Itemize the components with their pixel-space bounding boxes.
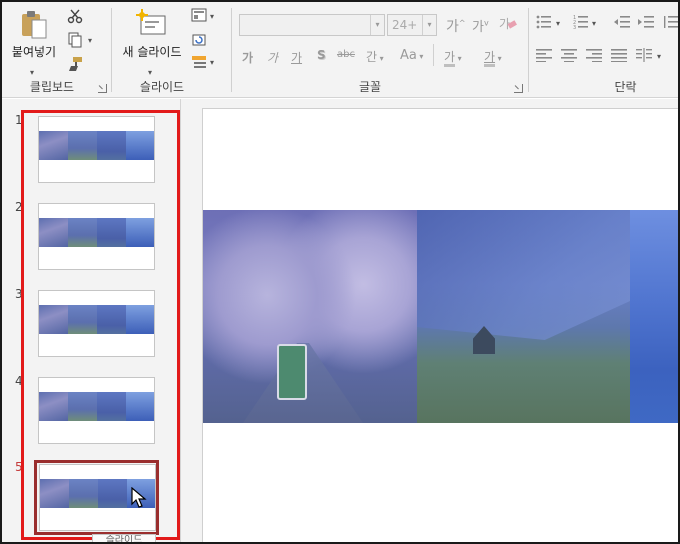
align-center-icon[interactable]: [560, 48, 578, 64]
section-icon[interactable]: [190, 54, 208, 70]
new-slide-label: 새 슬라이드: [122, 45, 182, 59]
numbering-dropdown-chevron-icon[interactable]: ▾: [592, 19, 596, 28]
bullets-icon[interactable]: [535, 15, 553, 31]
change-case-button[interactable]: Aa ▾: [400, 48, 423, 63]
new-slide-dropdown-chevron-icon[interactable]: ▾: [148, 68, 152, 77]
ribbon: 붙여넣기 ▾ ▾ 클립보드 새 슬라이드 ▾ ▾ ▾ 슬라이드 ▾ 24+ ▾ …: [2, 2, 678, 98]
font-group-label: 글꼴: [358, 80, 382, 94]
bullets-dropdown-chevron-icon[interactable]: ▾: [556, 19, 560, 28]
slide-banner-image[interactable]: [203, 210, 678, 423]
font-size-dropdown-chevron-icon[interactable]: ▾: [422, 15, 436, 35]
bold-button[interactable]: 가: [242, 49, 253, 66]
reset-icon[interactable]: [190, 32, 208, 48]
font-group: ▾ 24+ ▾ 가^ 가v 가 가 가 가 S abc 간 ▾ Aa ▾ 가 ▾…: [232, 2, 526, 98]
new-slide-button[interactable]: 새 슬라이드: [118, 6, 186, 60]
paragraph-group-label: 단락: [614, 80, 637, 94]
highlight-button[interactable]: 가 ▾: [444, 48, 462, 67]
line-spacing-icon[interactable]: [661, 15, 678, 31]
decrease-indent-icon[interactable]: [613, 15, 631, 31]
paste-dropdown-chevron-icon[interactable]: ▾: [30, 68, 34, 77]
section-dropdown-chevron-icon[interactable]: ▾: [210, 58, 214, 67]
font-color-button[interactable]: 가 ▾: [484, 48, 502, 67]
paste-label: 붙여넣기: [11, 45, 57, 59]
columns-icon[interactable]: [635, 48, 653, 64]
grow-font-label: 가: [446, 19, 459, 35]
drag-tooltip: 슬라이드: [92, 534, 156, 542]
align-left-icon[interactable]: [535, 48, 553, 64]
numbering-icon[interactable]: 123: [572, 15, 590, 31]
strikethrough-button[interactable]: abc: [337, 49, 355, 60]
font-color-label: 가: [484, 50, 496, 67]
font-size-combobox[interactable]: 24+ ▾: [387, 14, 437, 36]
mouse-cursor-icon: [131, 487, 147, 508]
slides-group: 새 슬라이드 ▾ ▾ ▾ 슬라이드: [112, 2, 230, 98]
cherry-blossom-road-photo: [203, 210, 417, 423]
cut-icon[interactable]: [66, 8, 84, 24]
highlight-label: 가: [444, 50, 456, 67]
clear-formatting-icon: 가: [499, 17, 517, 31]
justify-icon[interactable]: [610, 48, 628, 64]
font-name-dropdown-chevron-icon[interactable]: ▾: [370, 15, 384, 35]
italic-button[interactable]: 가: [267, 49, 278, 66]
font-name-combobox[interactable]: ▾: [239, 14, 385, 36]
change-case-label: Aa: [400, 48, 417, 63]
paste-icon: [22, 11, 47, 39]
align-right-icon[interactable]: [585, 48, 603, 64]
new-slide-icon: [136, 9, 166, 35]
font-size-value: 24+: [392, 18, 418, 32]
increase-indent-icon[interactable]: [637, 15, 655, 31]
mountain-meadow-photo: [417, 210, 630, 423]
paragraph-group: ▾ 123 ▾ ▾ 단락: [529, 2, 678, 98]
clipboard-group: 붙여넣기 ▾ ▾ 클립보드: [2, 2, 110, 98]
svg-text:3: 3: [573, 25, 576, 29]
powerpoint-window: 붙여넣기 ▾ ▾ 클립보드 새 슬라이드 ▾ ▾ ▾ 슬라이드 ▾ 24+ ▾ …: [0, 0, 680, 544]
layout-dropdown-chevron-icon[interactable]: ▾: [210, 12, 214, 21]
shrink-font-label: 가: [472, 20, 484, 35]
clipboard-group-label: 클립보드: [29, 80, 75, 94]
clipboard-launcher-icon[interactable]: [98, 84, 107, 93]
columns-dropdown-chevron-icon[interactable]: ▾: [657, 52, 661, 61]
paste-button[interactable]: 붙여넣기: [8, 6, 60, 60]
character-spacing-label: 간: [366, 50, 378, 64]
copy-icon[interactable]: [66, 32, 84, 48]
font-launcher-icon[interactable]: [514, 84, 523, 93]
layout-icon[interactable]: [190, 8, 208, 24]
slides-group-label: 슬라이드: [139, 80, 185, 94]
character-spacing-button[interactable]: 간 ▾: [366, 48, 384, 65]
format-painter-icon[interactable]: [66, 56, 84, 72]
grow-font-button[interactable]: 가^: [446, 16, 466, 36]
underline-button[interactable]: 가: [291, 49, 302, 66]
shadow-button[interactable]: S: [317, 48, 326, 62]
copy-dropdown-chevron-icon[interactable]: ▾: [88, 36, 92, 45]
font-divider: [433, 44, 434, 66]
lake-photo: [630, 210, 678, 423]
clear-formatting-button[interactable]: 가: [498, 14, 518, 37]
shrink-font-button[interactable]: 가v: [472, 16, 489, 35]
